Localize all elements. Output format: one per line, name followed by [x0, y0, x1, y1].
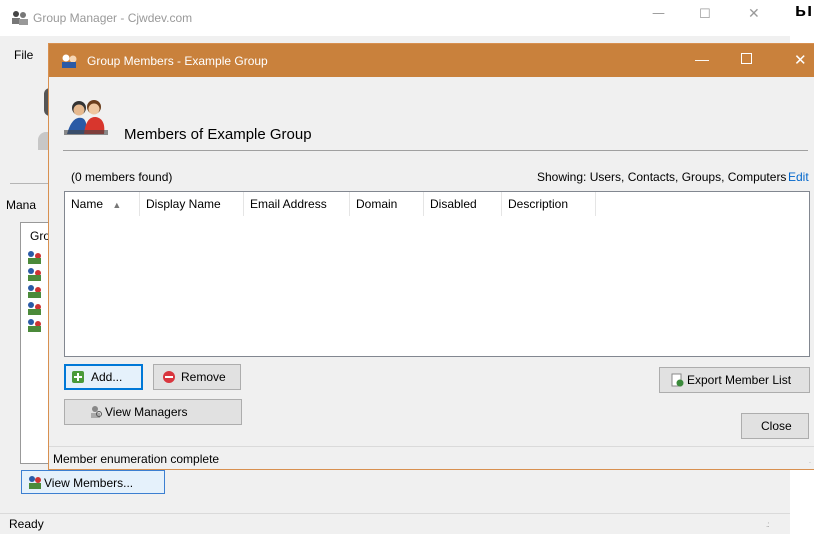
remove-icon [163, 371, 175, 383]
dialog-title: Group Members - Example Group [87, 54, 268, 68]
add-button[interactable]: Add... [64, 364, 143, 390]
members-icon [29, 476, 41, 489]
minimize-icon[interactable]: — [652, 6, 665, 21]
column-header-display-name[interactable]: Display Name [140, 192, 244, 216]
column-label: Domain [356, 197, 398, 211]
partial-text: ьıı [795, 0, 814, 20]
group-members-dialog: Group Members - Example Group — ✕ Member… [48, 43, 814, 470]
member-count: (0 members found) [71, 170, 173, 184]
column-header-disabled[interactable]: Disabled [424, 192, 502, 216]
menu-file[interactable]: File [14, 48, 33, 62]
dialog-titlebar: Group Members - Example Group — ✕ [49, 44, 814, 77]
bg-window-title: Group Manager - Cjwdev.com [33, 11, 193, 25]
add-icon [72, 371, 84, 383]
view-members-label: View Members... [44, 476, 134, 490]
column-label: Disabled [430, 197, 477, 211]
view-managers-label: View Managers [105, 405, 188, 419]
edit-filter-link[interactable]: Edit [788, 170, 809, 184]
close-icon[interactable]: ✕ [748, 6, 760, 22]
managers-icon [91, 406, 102, 418]
members-icon [62, 54, 77, 68]
group-list-header: Gro [30, 229, 51, 243]
column-label: Email Address [250, 197, 327, 211]
export-icon [671, 373, 684, 387]
group-icon [28, 251, 41, 264]
resize-grip[interactable]: . [809, 458, 811, 465]
add-button-label: Add... [91, 370, 123, 384]
column-header-description[interactable]: Description [502, 192, 596, 216]
status-text: Member enumeration complete [53, 452, 220, 466]
column-label: Description [508, 197, 569, 211]
minimize-icon[interactable]: — [695, 51, 709, 67]
maximize-icon[interactable] [741, 53, 752, 64]
export-member-list-button[interactable]: Export Member List [659, 367, 810, 393]
resize-grip[interactable]: .: [766, 520, 770, 529]
members-icon [64, 100, 108, 135]
view-members-button[interactable]: View Members... [21, 470, 165, 494]
group-icon [12, 11, 28, 25]
sort-up-icon: ▲ [112, 200, 122, 210]
manage-label: Mana [6, 198, 37, 212]
bg-titlebar: Group Manager - Cjwdev.com — ☐ ✕ [0, 0, 790, 36]
maximize-icon[interactable]: ☐ [699, 7, 711, 22]
column-label: Display Name [146, 197, 221, 211]
group-icon [28, 285, 41, 298]
column-header-email[interactable]: Email Address [244, 192, 350, 216]
close-icon[interactable]: ✕ [794, 51, 807, 69]
showing-filter: Showing: Users, Contacts, Groups, Comput… [537, 170, 787, 184]
view-managers-button[interactable]: View Managers [64, 399, 242, 425]
group-icon [28, 268, 41, 281]
remove-button[interactable]: Remove [153, 364, 241, 390]
status-text: Ready [9, 517, 44, 531]
group-icon [28, 319, 41, 332]
close-button[interactable]: Close [741, 413, 809, 439]
members-list[interactable]: Name ▲ Display Name Email Address Domain… [64, 191, 810, 357]
divider [63, 150, 808, 151]
page-title: Members of Example Group [124, 126, 312, 143]
group-icon [28, 302, 41, 315]
column-header-domain[interactable]: Domain [350, 192, 424, 216]
export-button-label: Export Member List [687, 373, 792, 387]
column-header-name[interactable]: Name ▲ [65, 192, 140, 216]
close-button-label: Close [761, 419, 792, 433]
divider [0, 513, 790, 514]
remove-button-label: Remove [181, 370, 226, 384]
column-label: Name [71, 197, 104, 211]
divider [49, 446, 814, 447]
divider [10, 183, 50, 184]
